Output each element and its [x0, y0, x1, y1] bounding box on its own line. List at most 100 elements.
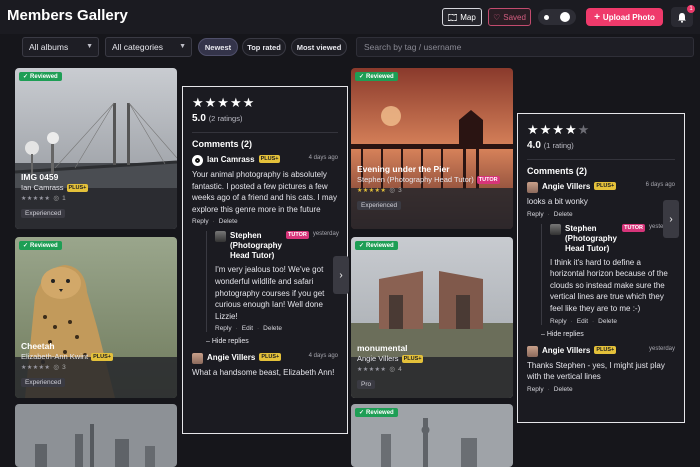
comment-header: Stephen (Photography Head Tutor) TUTOR y…	[215, 231, 339, 261]
comment-actions: Reply · Delete	[192, 218, 238, 226]
sort-top-rated-pill[interactable]: Top rated	[242, 38, 286, 56]
comment-icon: ◎	[53, 364, 60, 371]
toggle-indicator	[544, 15, 549, 20]
reply-link[interactable]: Reply	[527, 211, 544, 218]
plus-badge: PLUS+	[258, 155, 281, 163]
comment-text: What a handsome beast, Elizabeth Ann!	[192, 368, 335, 378]
sort-newest-pill[interactable]: Newest	[198, 38, 238, 56]
comment-icon: ◎	[389, 366, 396, 373]
edit-link[interactable]: Edit	[577, 318, 588, 325]
delete-link[interactable]: Delete	[554, 386, 573, 393]
photo-card[interactable]: ✓ Reviewed	[351, 404, 513, 467]
photo-card[interactable]: ✓ Reviewed monumental Angie Villers PLUS+ …	[351, 237, 513, 398]
rating-stars: ★★★★★	[527, 122, 675, 138]
photo-card[interactable]: ✓ Reviewed IMG 0459 Ian Camrass PLUS+ ★★★★…	[15, 68, 177, 229]
comment-author: Angie Villers	[207, 353, 256, 363]
search-input[interactable]: Search by tag / username	[356, 37, 694, 57]
empty-star: ★	[577, 122, 591, 137]
photo-card[interactable]: ✓ Reviewed Cheetah Elizabeth-Ann Kwint PLU…	[15, 237, 177, 398]
photo-card[interactable]	[15, 404, 177, 467]
plus-icon: +	[594, 11, 600, 23]
avatar	[550, 223, 561, 235]
reviewed-badge: ✓ Reviewed	[19, 241, 62, 250]
card-info: Evening under the Pier Stephen (Photogra…	[351, 164, 513, 212]
comment-actions: Reply · Delete	[527, 385, 573, 393]
rating-summary: 5.0 (2 ratings)	[192, 113, 338, 124]
comment: Ian Camrass PLUS+ 4 days ago Your animal…	[192, 155, 338, 225]
reply-link[interactable]: Reply	[550, 318, 567, 325]
reply-link[interactable]: Reply	[527, 386, 544, 393]
comment-author: Ian Camrass	[207, 155, 255, 164]
comment-author: Angie Villers	[542, 182, 591, 191]
notification-count-badge: 1	[687, 5, 695, 13]
check-icon: ✓	[359, 410, 365, 416]
upload-photo-button[interactable]: + Upload Photo	[586, 8, 663, 26]
saved-button-label: Saved	[503, 12, 526, 22]
rating-count: (2 ratings)	[208, 114, 243, 123]
chevron-down-icon: ▼	[179, 43, 186, 50]
comment-count: 3	[398, 186, 402, 194]
map-button[interactable]: Map	[442, 8, 482, 26]
rating-stars: ★★★★★	[21, 364, 51, 371]
sort-most-viewed-pill[interactable]: Most viewed	[291, 38, 347, 56]
categories-select-value: All categories	[112, 42, 164, 52]
comment-header: Angie Villers PLUS+ 6 days ago	[527, 182, 675, 193]
comment-author: Stephen (Photography Head Tutor)	[230, 231, 282, 261]
comment-author: Stephen (Photography Head Tutor)	[565, 223, 617, 253]
hide-replies-toggle[interactable]: – Hide replies	[206, 338, 338, 345]
delete-link[interactable]: Delete	[598, 318, 617, 325]
comment-text: Thanks Stephen - yes, I might just play …	[527, 360, 665, 382]
rating-stars: ★★★★★	[357, 366, 387, 373]
card-info: monumental Angie Villers PLUS+ ★★★★★ ◎ 4 Pr…	[351, 343, 513, 391]
edit-link[interactable]: Edit	[242, 325, 253, 332]
rating-count: (1 rating)	[543, 141, 574, 150]
tutor-badge: TUTOR	[476, 175, 500, 184]
photo-author: Stephen (Photography Head Tutor) TUTOR	[357, 175, 507, 184]
comment-text: I think it's hard to define a horizontal…	[550, 257, 668, 313]
filled-stars: ★★★★	[527, 122, 578, 137]
comment-actions: Reply · Edit · Delete	[215, 325, 282, 333]
next-arrow-button[interactable]: ›	[663, 200, 679, 238]
photo-author: Angie Villers PLUS+	[357, 354, 507, 363]
tutor-badge: TUTOR	[622, 223, 645, 232]
toggle-knob	[560, 12, 570, 22]
saved-button[interactable]: ♡ Saved	[488, 8, 531, 26]
upload-button-label: Upload Photo	[602, 12, 655, 22]
photo-title: monumental	[357, 343, 408, 353]
check-icon: ✓	[23, 74, 29, 80]
reply-link[interactable]: Reply	[215, 325, 232, 332]
avatar	[192, 353, 203, 365]
chevron-down-icon: ▼	[86, 43, 93, 50]
hide-replies-toggle[interactable]: – Hide replies	[541, 331, 675, 338]
photo-stats: ★★★★★ ◎ 1	[21, 194, 171, 203]
plus-badge: PLUS+	[91, 352, 114, 361]
categories-select[interactable]: All categories ▼	[105, 37, 192, 57]
delete-link[interactable]: Delete	[263, 325, 282, 332]
notifications-button[interactable]: 1	[671, 5, 695, 27]
hide-replies-label: Hide replies	[546, 330, 584, 338]
divider	[192, 132, 338, 133]
reviewed-badge: ✓ Reviewed	[355, 72, 398, 81]
delete-link[interactable]: Delete	[219, 218, 238, 225]
rating-stars: ★★★★★	[192, 95, 256, 110]
avatar	[192, 155, 203, 166]
albums-select[interactable]: All albums ▼	[22, 37, 99, 57]
comment-text: Your animal photography is absolutely fa…	[192, 170, 337, 214]
comment-author: Angie Villers	[542, 345, 591, 355]
next-arrow-button[interactable]: ›	[333, 256, 349, 294]
comments-title: Comments (2)	[527, 166, 588, 176]
photo-title: IMG 0459	[21, 172, 59, 182]
comment-header: Stephen (Photography Head Tutor) TUTOR y…	[550, 223, 675, 254]
view-toggle[interactable]	[538, 9, 576, 25]
comment-count: 3	[62, 363, 66, 371]
photo-card[interactable]: ✓ Reviewed Evening under the Pier Stephen…	[351, 68, 513, 229]
plus-badge: PLUS+	[594, 345, 617, 354]
delete-link[interactable]: Delete	[554, 211, 573, 218]
reply-link[interactable]: Reply	[192, 218, 209, 225]
level-tag: Experienced	[21, 378, 66, 387]
plus-badge: PLUS+	[594, 182, 617, 190]
rating-value: 5.0	[192, 113, 206, 124]
comment-header: Ian Camrass PLUS+ 4 days ago	[192, 155, 338, 166]
photo-author: Elizabeth-Ann Kwint PLUS+	[21, 352, 171, 361]
comment-text: looks a bit wonky	[527, 197, 588, 206]
